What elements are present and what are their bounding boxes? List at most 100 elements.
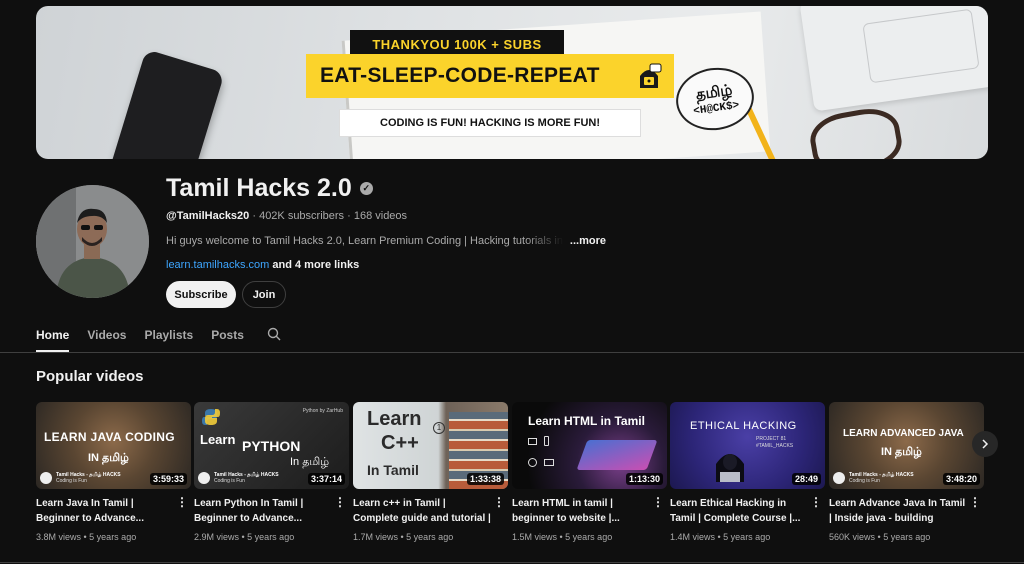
- join-button[interactable]: Join: [242, 281, 286, 308]
- more-options-icon[interactable]: ⋮: [810, 496, 822, 526]
- banner-glasses: [806, 103, 906, 159]
- video-views: 1.7M views: [353, 532, 399, 542]
- tab-home[interactable]: Home: [36, 320, 70, 352]
- video-card[interactable]: Python by ZarHub Learn PYTHON In தமிழ் T…: [194, 402, 349, 542]
- python-logo-icon: [202, 409, 220, 425]
- more-options-icon[interactable]: ⋮: [969, 496, 981, 526]
- video-meta: 2.9M views • 5 years ago: [194, 532, 295, 542]
- video-thumbnail[interactable]: Python by ZarHub Learn PYTHON In தமிழ் T…: [194, 402, 349, 489]
- thumbnail-subtitle: PROJECT 81: [756, 436, 787, 442]
- video-views: 1.4M views: [670, 532, 716, 542]
- more-options-icon[interactable]: ⋮: [334, 496, 346, 526]
- video-duration: 28:49: [791, 473, 821, 485]
- more-options-icon[interactable]: ⋮: [176, 496, 188, 526]
- video-meta: 1.5M views • 5 years ago: [512, 532, 613, 542]
- video-duration: 3:37:14: [307, 473, 345, 485]
- video-card[interactable]: Learn HTML in Tamil 1:13:30 Learn HTML i…: [512, 402, 667, 542]
- video-views: 560K views: [829, 532, 876, 542]
- video-thumbnail[interactable]: Learn HTML in Tamil 1:13:30: [512, 402, 667, 489]
- clock-icon: [528, 458, 537, 467]
- channel-stats: · 402K subscribers · 168 videos: [249, 210, 408, 222]
- laptop-illustration: [576, 440, 658, 470]
- thumbnail-corner-text: Python by ZarHub: [302, 408, 343, 414]
- channel-logo-icon: [40, 472, 52, 484]
- channel-tabs: Home Videos Playlists Posts: [36, 320, 262, 352]
- video-age: 5 years ago: [723, 532, 771, 542]
- thumbnail-title: ETHICAL HACKING: [690, 420, 797, 432]
- search-icon[interactable]: [267, 327, 281, 341]
- section-title: Popular videos: [36, 368, 144, 385]
- video-thumbnail[interactable]: Learn C++ In Tamil 1 1:33:38: [353, 402, 508, 489]
- channel-logo-icon: [198, 472, 210, 484]
- video-age: 5 years ago: [247, 532, 295, 542]
- number-one-icon: 1: [433, 422, 445, 434]
- channel-meta: @TamilHacks20 · 402K subscribers · 168 v…: [166, 210, 407, 222]
- video-meta: 1.7M views • 5 years ago: [353, 532, 454, 542]
- thumbnail-title: LEARN JAVA CODING: [44, 430, 175, 444]
- channel-handle: @TamilHacks20: [166, 210, 250, 222]
- hacker-icon: [716, 454, 744, 482]
- monitor-icon: [528, 438, 537, 445]
- video-age: 5 years ago: [883, 532, 931, 542]
- bottom-divider: [0, 562, 1024, 563]
- video-thumbnail[interactable]: ETHICAL HACKING PROJECT 81 #TAMIL_HACKS …: [670, 402, 825, 489]
- video-duration: 1:33:38: [466, 473, 504, 485]
- website-link[interactable]: learn.tamilhacks.com: [166, 259, 269, 271]
- video-thumbnail[interactable]: LEARN ADVANCED JAVA IN தமிழ் Tamil Hacks…: [829, 402, 984, 489]
- channel-banner: THANKYOU 100K + SUBS EAT-SLEEP-CODE-REPE…: [36, 6, 988, 159]
- avatar-photo: [36, 185, 149, 298]
- banner-slogan: EAT-SLEEP-CODE-REPEAT: [306, 54, 674, 98]
- video-age: 5 years ago: [565, 532, 613, 542]
- thumbnail-subtitle: PYTHON: [242, 438, 301, 454]
- video-title[interactable]: Learn HTML in tamil | beginner to websit…: [512, 496, 652, 526]
- channel-avatar[interactable]: [36, 185, 149, 298]
- video-card[interactable]: LEARN ADVANCED JAVA IN தமிழ் Tamil Hacks…: [829, 402, 984, 542]
- video-age: 5 years ago: [89, 532, 137, 542]
- shelf-next-button[interactable]: [972, 431, 998, 457]
- video-card[interactable]: ETHICAL HACKING PROJECT 81 #TAMIL_HACKS …: [670, 402, 825, 542]
- banner-slogan-text: EAT-SLEEP-CODE-REPEAT: [320, 64, 600, 87]
- more-link[interactable]: ...more: [570, 235, 606, 247]
- tab-posts[interactable]: Posts: [211, 320, 244, 352]
- video-title[interactable]: Learn c++ in Tamil | Complete guide and …: [353, 496, 493, 526]
- chevron-right-icon: [982, 439, 989, 449]
- tab-playlists[interactable]: Playlists: [144, 320, 193, 352]
- channel-links: learn.tamilhacks.com and 4 more links: [166, 259, 359, 271]
- more-links[interactable]: and 4 more links: [269, 259, 359, 271]
- video-views: 3.8M views: [36, 532, 82, 542]
- phone-icon: [544, 436, 549, 446]
- thumbnail-subtitle: C++: [381, 432, 419, 454]
- tab-videos[interactable]: Videos: [87, 320, 126, 352]
- video-card[interactable]: LEARN JAVA CODING IN தமிழ் Tamil Hacks -…: [36, 402, 191, 542]
- channel-logo-icon: [833, 472, 845, 484]
- thumbnail-title: Learn: [200, 432, 236, 447]
- hacker-icon: [640, 63, 662, 88]
- video-duration: 1:13:30: [625, 473, 663, 485]
- verified-icon: ✓: [359, 182, 373, 195]
- thumbnail-tag: Coding is Fun: [56, 478, 87, 484]
- video-meta: 1.4M views • 5 years ago: [670, 532, 771, 542]
- channel-description[interactable]: Hi guys welcome to Tamil Hacks 2.0, Lear…: [166, 235, 606, 247]
- video-thumbnail[interactable]: LEARN JAVA CODING IN தமிழ் Tamil Hacks -…: [36, 402, 191, 489]
- video-views: 1.5M views: [512, 532, 558, 542]
- video-title[interactable]: Learn Java In Tamil | Beginner to Advanc…: [36, 496, 176, 526]
- video-meta: 3.8M views • 5 years ago: [36, 532, 137, 542]
- video-meta: 560K views • 5 years ago: [829, 532, 931, 542]
- video-title[interactable]: Learn Ethical Hacking in Tamil | Complet…: [670, 496, 810, 526]
- thumbnail-title: Learn HTML in Tamil: [528, 414, 645, 428]
- thumbnail-title: LEARN ADVANCED JAVA: [843, 428, 964, 439]
- video-views: 2.9M views: [194, 532, 240, 542]
- video-duration: 3:59:33: [149, 473, 187, 485]
- video-card[interactable]: Learn C++ In Tamil 1 1:33:38 Learn c++ i…: [353, 402, 508, 542]
- more-options-icon[interactable]: ⋮: [652, 496, 664, 526]
- banner-tagline: CODING IS FUN! HACKING IS MORE FUN!: [339, 109, 641, 137]
- thumbnail-subtitle: IN தமிழ்: [88, 452, 129, 464]
- video-title[interactable]: Learn Python In Tamil | Beginner to Adva…: [194, 496, 334, 526]
- thumbnail-line3: In தமிழ்: [290, 456, 330, 468]
- video-title[interactable]: Learn Advance Java In Tamil | Inside jav…: [829, 496, 969, 526]
- channel-name: Tamil Hacks 2.0 ✓: [166, 174, 373, 203]
- video-duration: 3:48:20: [942, 473, 980, 485]
- thumbnail-title: Learn: [367, 408, 422, 430]
- subscribe-button[interactable]: Subscribe: [166, 281, 236, 308]
- more-options-icon[interactable]: ⋮: [493, 496, 505, 526]
